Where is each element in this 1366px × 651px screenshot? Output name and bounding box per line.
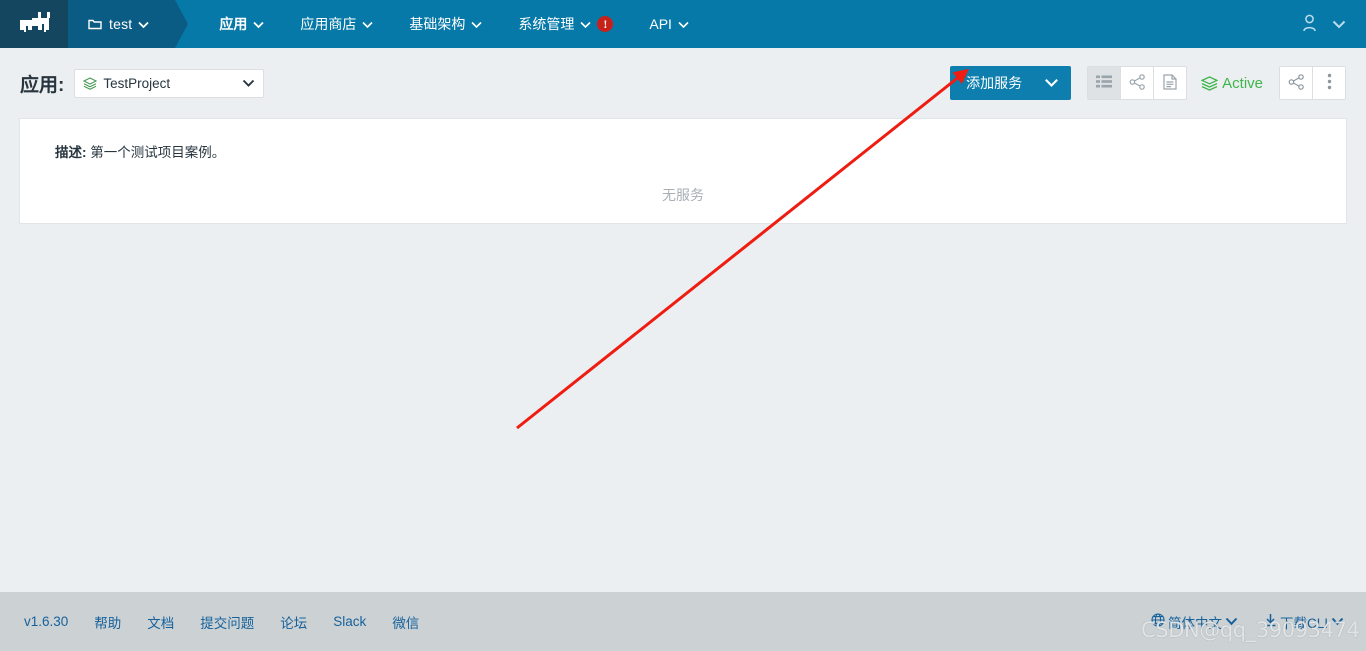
cluster-name: test: [109, 16, 133, 32]
list-icon: [1096, 75, 1113, 91]
description-label: 描述:: [55, 145, 87, 160]
nav-item-admin[interactable]: 系统管理 !: [500, 0, 631, 48]
page-header: 应用: TestProject 添加服务 Active: [0, 48, 1366, 118]
page-title: 应用:: [20, 74, 65, 96]
status-badge: Active: [1201, 75, 1263, 92]
alert-badge-icon[interactable]: !: [597, 16, 614, 32]
chevron-down-icon[interactable]: [1044, 78, 1059, 88]
chevron-down-icon[interactable]: [242, 76, 255, 91]
project-name: TestProject: [103, 75, 171, 91]
language-selector[interactable]: 简体中文: [1151, 612, 1238, 632]
tab-pointer-decoration: [175, 0, 189, 48]
yaml-view-button[interactable]: [1154, 67, 1187, 99]
share-nodes-icon: [1288, 73, 1305, 93]
chevron-down-icon[interactable]: [1332, 17, 1346, 32]
download-cli-label: 下载CLI: [1279, 615, 1328, 631]
footer-link-help[interactable]: 帮助: [94, 612, 121, 632]
view-toggle-group: [1087, 66, 1188, 100]
cluster-tab-test[interactable]: test: [68, 0, 189, 48]
footer-links-right: 简体中文 下载CLI: [1151, 612, 1366, 632]
rancher-logo[interactable]: [0, 0, 68, 48]
footer-link-wechat[interactable]: 微信: [392, 612, 419, 632]
status-label: Active: [1222, 74, 1263, 92]
folder-icon: [88, 18, 102, 30]
page-footer: v1.6.30 帮助 文档 提交问题 论坛 Slack 微信 简体中文 下载CL…: [0, 592, 1366, 651]
version-label: v1.6.30: [24, 614, 69, 629]
globe-icon: [1151, 613, 1165, 630]
footer-links-left: v1.6.30 帮助 文档 提交问题 论坛 Slack 微信: [0, 612, 419, 632]
nav-item-label: 系统管理: [518, 16, 575, 32]
page-header-actions: 添加服务 Active: [950, 66, 1366, 100]
project-select[interactable]: TestProject: [74, 68, 265, 98]
user-icon[interactable]: [1301, 14, 1318, 35]
footer-link-docs[interactable]: 文档: [147, 612, 174, 632]
language-label: 简体中文: [1167, 615, 1222, 631]
chevron-down-icon: [678, 16, 689, 32]
chevron-down-icon: [471, 16, 482, 32]
chevron-down-icon: [253, 16, 265, 32]
chevron-down-icon: [362, 16, 373, 32]
footer-link-issues[interactable]: 提交问题: [200, 612, 254, 632]
add-service-button[interactable]: 添加服务: [950, 66, 1072, 100]
description-value: 第一个测试项目案例。: [90, 145, 226, 160]
top-navigation-bar: test 应用 应用商店 基础架构 系统管理 ! API: [0, 0, 1366, 48]
resource-actions-group: [1279, 66, 1346, 100]
graph-view-button[interactable]: [1121, 67, 1155, 99]
rancher-cow-logo-icon: [16, 12, 52, 36]
stack-icon: [1201, 75, 1219, 91]
footer-link-slack[interactable]: Slack: [333, 614, 366, 629]
kebab-menu-icon: [1327, 73, 1332, 93]
more-actions-button[interactable]: [1313, 67, 1345, 99]
chevron-down-icon[interactable]: [1225, 614, 1238, 629]
add-service-label: 添加服务: [966, 75, 1023, 91]
nav-item-label: API: [649, 16, 672, 32]
stack-icon: [83, 76, 98, 90]
empty-services-message: 无服务: [662, 187, 704, 203]
share-button[interactable]: [1280, 67, 1313, 99]
download-cli-selector[interactable]: 下载CLI: [1264, 612, 1344, 632]
footer-link-forum[interactable]: 论坛: [280, 612, 307, 632]
document-icon: [1163, 73, 1177, 93]
nav-item-catalog[interactable]: 应用商店: [282, 0, 391, 48]
nav-user-area[interactable]: [1301, 0, 1366, 48]
nav-menu: 应用 应用商店 基础架构 系统管理 ! API: [201, 0, 707, 48]
nav-item-label: 应用商店: [300, 16, 357, 32]
share-nodes-icon: [1129, 73, 1146, 93]
nav-item-infrastructure[interactable]: 基础架构: [391, 0, 500, 48]
chevron-down-icon: [138, 16, 150, 32]
list-view-button[interactable]: [1088, 67, 1122, 99]
nav-item-label: 基础架构: [409, 16, 466, 32]
nav-item-label: 应用: [219, 16, 248, 32]
nav-item-api[interactable]: API: [631, 0, 707, 48]
project-description: 描述: 第一个测试项目案例。: [20, 119, 1346, 161]
nav-item-apps[interactable]: 应用: [201, 0, 282, 48]
project-detail-card: 描述: 第一个测试项目案例。 无服务: [19, 118, 1347, 224]
chevron-down-icon: [580, 16, 591, 32]
download-icon: [1264, 613, 1277, 630]
chevron-down-icon[interactable]: [1331, 614, 1344, 629]
